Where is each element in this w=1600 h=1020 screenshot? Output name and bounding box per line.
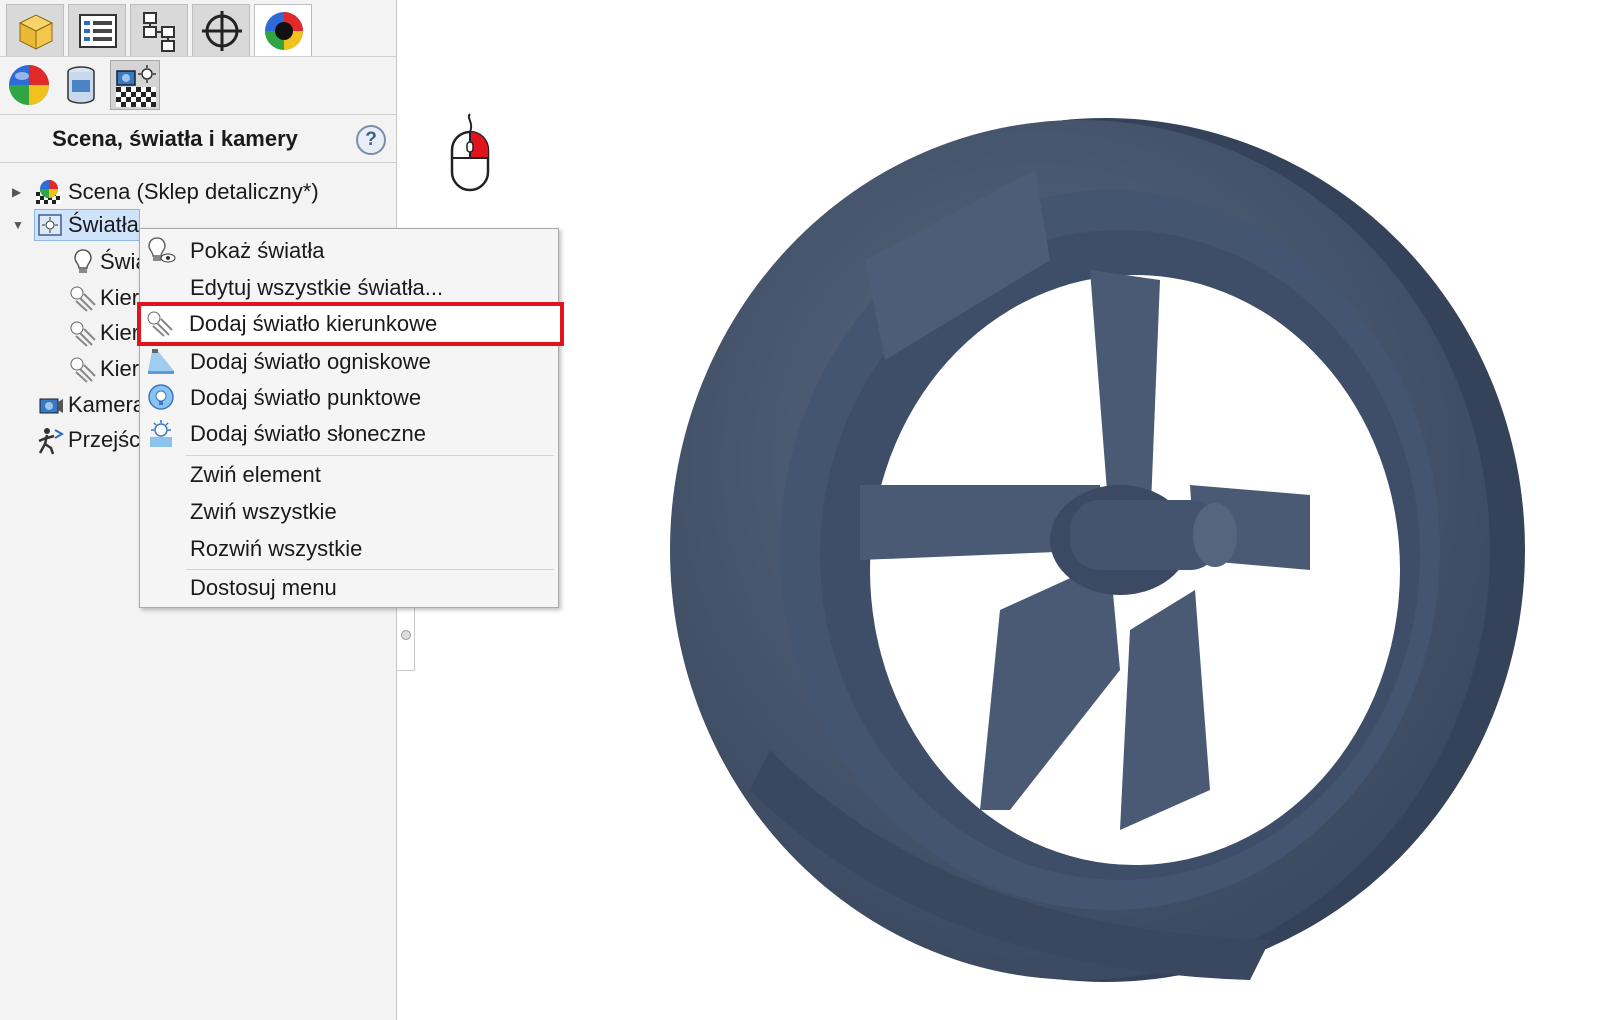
part-icon: [18, 14, 54, 50]
menu-item-add-sun-light[interactable]: Dodaj światło słoneczne: [140, 416, 558, 452]
menu-item-show-lights[interactable]: Pokaż światła: [140, 233, 558, 269]
tab-property-manager[interactable]: [68, 4, 126, 56]
tree-label-walkthrough: Przejśc: [68, 427, 141, 452]
directional-light-icon: [147, 311, 173, 337]
tree-item-walkthrough[interactable]: Przejśc: [0, 424, 140, 456]
appearances-icon: [9, 65, 49, 105]
tree-item-scene[interactable]: ▶ Scena (Sklep detaliczny*): [0, 176, 396, 208]
menu-label-edit-all-lights: Edytuj wszystkie światła...: [190, 275, 444, 300]
tree-item-cameras[interactable]: Kamera: [0, 389, 145, 421]
menu-item-edit-all-lights[interactable]: Edytuj wszystkie światła...: [140, 270, 558, 306]
menu-label-show-lights: Pokaż światła: [190, 238, 325, 263]
tab-dimxpert[interactable]: [192, 4, 250, 56]
subtab-decals[interactable]: [56, 60, 106, 110]
menu-item-collapse-all[interactable]: Zwiń wszystkie: [140, 494, 558, 530]
walkthrough-icon: [38, 428, 64, 455]
show-lights-icon: [148, 237, 176, 263]
tree-item-directional-1[interactable]: Kier: [0, 282, 140, 314]
sun-light-icon: [150, 420, 172, 447]
tab-configuration-manager[interactable]: [130, 4, 188, 56]
scene-lights-cameras-icon: [116, 65, 156, 107]
directional-light-icon: [70, 286, 96, 312]
help-icon[interactable]: ?: [356, 125, 386, 155]
subtab-scene-lights-cameras[interactable]: [110, 60, 160, 110]
point-light-icon: [148, 384, 174, 410]
tab-display-manager[interactable]: [254, 4, 312, 56]
right-click-mouse-icon: [450, 113, 490, 192]
tree-item-lights[interactable]: ▼ Światła: [0, 209, 140, 241]
tree-label-cameras: Kamera: [68, 392, 146, 417]
collapse-arrow-icon[interactable]: ▼: [12, 209, 24, 241]
spot-light-icon: [148, 349, 174, 374]
scene-icon: [36, 180, 62, 204]
tree-item-directional-2[interactable]: Kier: [0, 317, 140, 349]
menu-label-add-point-light: Dodaj światło punktowe: [190, 385, 422, 410]
tree-label-light-4: Kier: [100, 356, 140, 381]
annotation-highlight-frame: Dodaj światło kierunkowe: [137, 302, 564, 346]
menu-item-customize-menu[interactable]: Dostosuj menu: [140, 570, 558, 606]
tree-label-scene: Scena (Sklep detaliczny*): [68, 179, 319, 204]
menu-item-collapse-item[interactable]: Zwiń element: [140, 457, 558, 493]
tree-item-ambient-light[interactable]: Świa: [0, 246, 148, 278]
menu-item-add-point-light[interactable]: Dodaj światło punktowe: [140, 380, 558, 416]
context-menu: Pokaż światła Edytuj wszystkie światła..…: [139, 228, 559, 608]
decals-icon: [67, 66, 95, 104]
menu-label-expand-all: Rozwiń wszystkie: [190, 536, 363, 561]
dimxpert-icon: [202, 11, 242, 51]
menu-label-collapse-all: Zwiń wszystkie: [190, 499, 337, 524]
highlighted-menu-label[interactable]: Dodaj światło kierunkowe: [189, 306, 437, 342]
menu-label-add-sun-light: Dodaj światło słoneczne: [190, 421, 427, 446]
property-manager-icon: [79, 14, 117, 48]
configuration-manager-icon: [143, 12, 175, 52]
panel-resize-handle[interactable]: [401, 630, 411, 640]
light-bulb-icon: [74, 249, 92, 273]
tree-item-directional-3[interactable]: Kier: [0, 353, 140, 385]
tree-label-light-2: Kier: [100, 285, 140, 310]
menu-label-add-spot-light: Dodaj światło ogniskowe: [190, 349, 431, 374]
expand-arrow-icon[interactable]: ▶: [12, 176, 21, 208]
menu-label-collapse-item: Zwiń element: [190, 462, 321, 487]
menu-item-expand-all[interactable]: Rozwiń wszystkie: [140, 531, 558, 567]
directional-light-icon: [70, 321, 96, 347]
tab-part[interactable]: [6, 4, 64, 56]
tree-label-lights: Światła: [68, 212, 139, 237]
menu-separator: [186, 455, 554, 456]
panel-title: Scena, światła i kamery: [52, 126, 298, 151]
menu-item-add-spot-light[interactable]: Dodaj światło ogniskowe: [140, 344, 558, 380]
menu-label-customize-menu: Dostosuj menu: [190, 575, 337, 600]
wheel-3d-model[interactable]: [650, 110, 1530, 990]
subtab-appearances[interactable]: [4, 60, 54, 110]
lights-folder-icon: [38, 214, 62, 236]
tree-label-light-3: Kier: [100, 320, 140, 345]
directional-light-icon: [70, 357, 96, 383]
display-manager-icon: [265, 12, 303, 50]
camera-icon: [39, 398, 63, 414]
